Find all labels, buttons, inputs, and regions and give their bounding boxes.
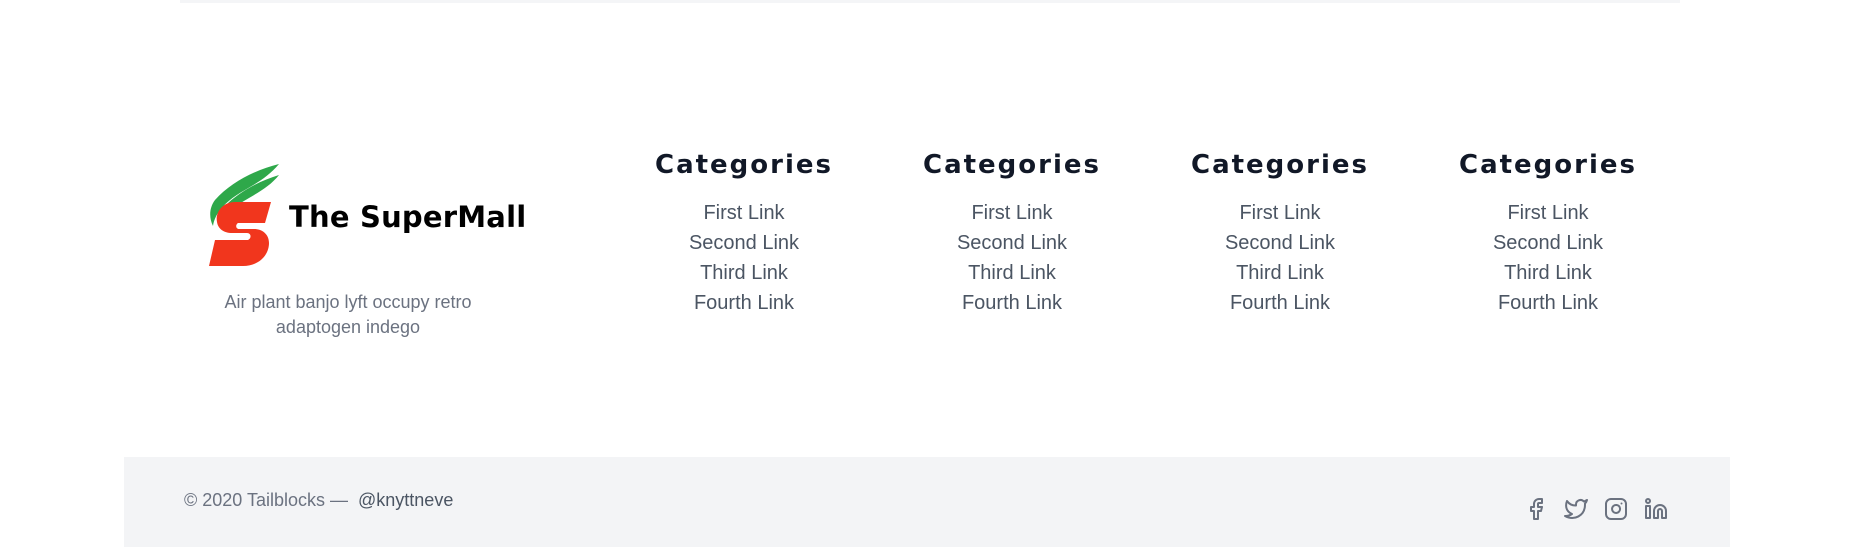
- column-heading: Categories: [922, 150, 1101, 180]
- footer-link[interactable]: First Link: [877, 198, 1147, 228]
- instagram-icon[interactable]: [1604, 497, 1628, 521]
- copyright-text: © 2020 Tailblocks —: [184, 490, 349, 510]
- linkedin-icon[interactable]: [1644, 497, 1668, 521]
- footer-link[interactable]: Fourth Link: [1413, 288, 1683, 318]
- footer-link[interactable]: First Link: [1413, 198, 1683, 228]
- social-links: [1524, 497, 1668, 521]
- footer-column-4: Categories First Link Second Link Third …: [1413, 150, 1683, 318]
- footer-column-2: Categories First Link Second Link Third …: [877, 150, 1147, 318]
- footer-bottom-bar: © 2020 Tailblocks — @knyttneve: [124, 457, 1730, 547]
- footer-link[interactable]: Second Link: [1413, 228, 1683, 258]
- brand-block: The SuperMall Air plant banjo lyft occup…: [205, 162, 526, 340]
- footer-link[interactable]: First Link: [609, 198, 879, 228]
- twitter-icon[interactable]: [1564, 497, 1588, 521]
- facebook-icon[interactable]: [1524, 497, 1548, 521]
- column-heading: Categories: [654, 150, 833, 180]
- footer-link[interactable]: Fourth Link: [1145, 288, 1415, 318]
- supermall-logo-icon: [209, 164, 279, 266]
- link-list: First Link Second Link Third Link Fourth…: [877, 198, 1147, 318]
- footer-link[interactable]: Third Link: [609, 258, 879, 288]
- column-heading: Categories: [1458, 150, 1637, 180]
- brand-description: Air plant banjo lyft occupy retro adapto…: [224, 292, 472, 337]
- footer-link[interactable]: Third Link: [1413, 258, 1683, 288]
- top-divider: [180, 0, 1680, 3]
- footer-column-3: Categories First Link Second Link Third …: [1145, 150, 1415, 318]
- footer-link[interactable]: Third Link: [877, 258, 1147, 288]
- brand-name: The SuperMall: [289, 200, 527, 234]
- copyright: © 2020 Tailblocks — @knyttneve: [184, 490, 453, 511]
- link-list: First Link Second Link Third Link Fourth…: [1413, 198, 1683, 318]
- footer-link[interactable]: Third Link: [1145, 258, 1415, 288]
- twitter-handle-link[interactable]: @knyttneve: [358, 490, 453, 510]
- footer-link[interactable]: Fourth Link: [877, 288, 1147, 318]
- link-list: First Link Second Link Third Link Fourth…: [1145, 198, 1415, 318]
- footer-link[interactable]: Second Link: [877, 228, 1147, 258]
- footer-column-1: Categories First Link Second Link Third …: [609, 150, 879, 318]
- column-heading: Categories: [1190, 150, 1369, 180]
- brand-link[interactable]: The SuperMall: [205, 162, 526, 272]
- footer-link[interactable]: First Link: [1145, 198, 1415, 228]
- link-list: First Link Second Link Third Link Fourth…: [609, 198, 879, 318]
- footer-link[interactable]: Second Link: [1145, 228, 1415, 258]
- footer-link[interactable]: Fourth Link: [609, 288, 879, 318]
- footer-link[interactable]: Second Link: [609, 228, 879, 258]
